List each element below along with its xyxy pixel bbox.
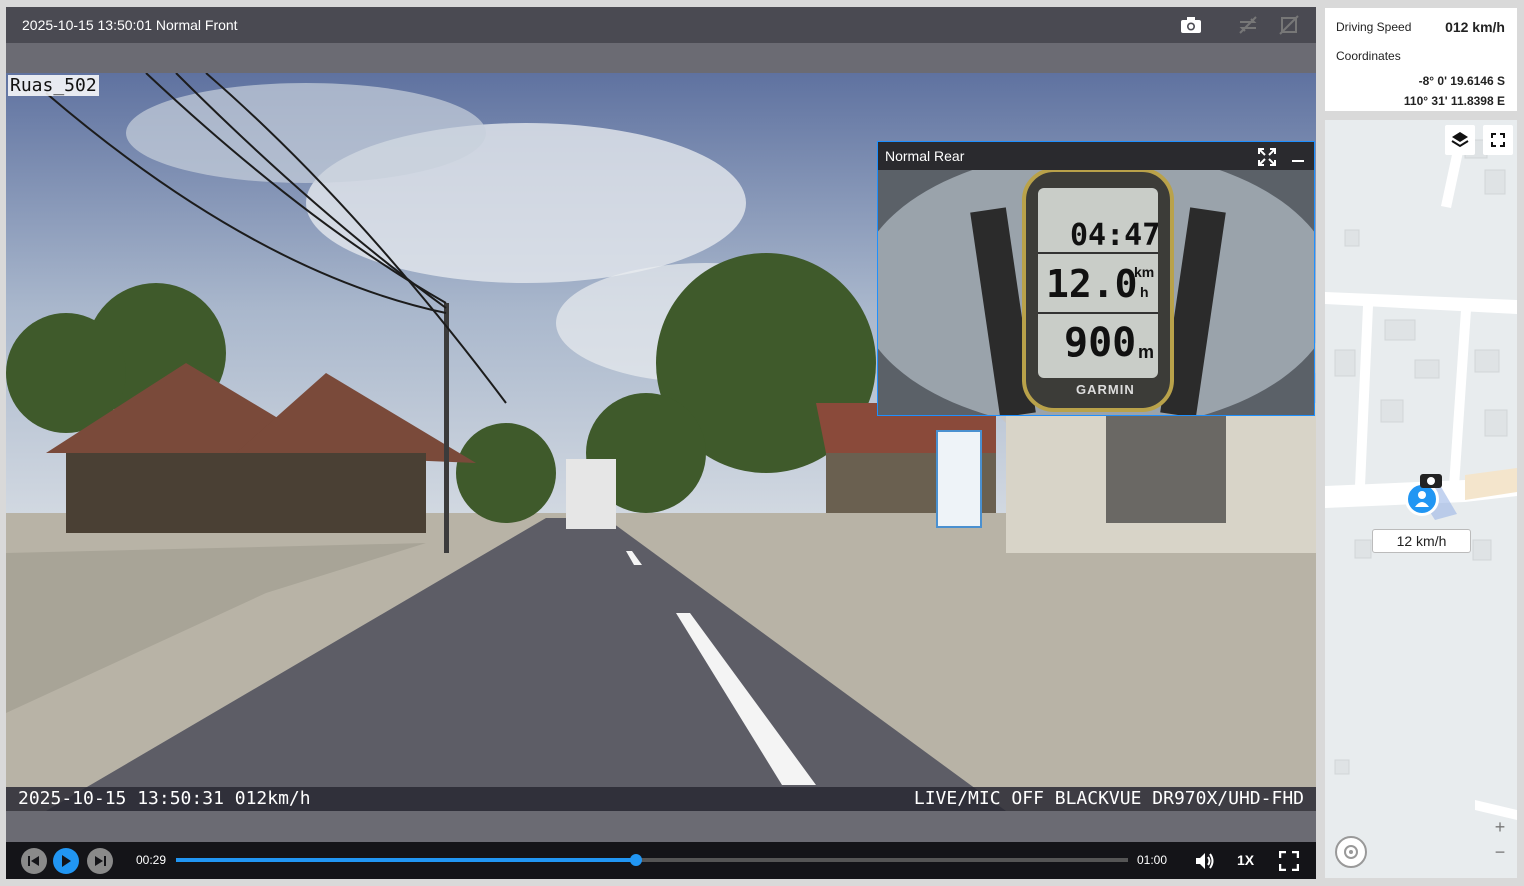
camera-icon[interactable]: [1179, 13, 1203, 37]
layers-icon[interactable]: [1445, 125, 1475, 155]
player-titlebar: 2025-10-15 13:50:01 Normal Front: [6, 7, 1316, 43]
total-time: 01:00: [1137, 853, 1168, 867]
zoom-control: + −: [1488, 817, 1512, 869]
latitude-value: -8° 0' 19.6146 S: [1418, 74, 1505, 88]
prev-icon[interactable]: [21, 848, 47, 874]
front-camera-video[interactable]: Ruas_502 Normal Rear 04:47 12.0 km h 900…: [6, 73, 1316, 811]
gps-distance-unit: m: [1138, 342, 1155, 362]
pip-title: Normal Rear: [885, 148, 965, 164]
rear-camera-pip[interactable]: Normal Rear 04:47 12.0 km h 900 m GARMIN: [877, 141, 1315, 416]
player-fullscreen-icon[interactable]: [1276, 848, 1302, 874]
swap-disabled-icon: [1236, 13, 1260, 37]
map-panel[interactable]: 12 km/h + −: [1325, 120, 1517, 878]
rear-camera-image: 04:47 12.0 km h 900 m GARMIN: [878, 170, 1314, 415]
current-time: 00:29: [136, 853, 167, 867]
playback-rate-button[interactable]: 1X: [1237, 852, 1254, 868]
seek-bar[interactable]: [176, 854, 1128, 866]
coordinates-label: Coordinates: [1336, 49, 1401, 63]
gps-brand: GARMIN: [1076, 382, 1135, 397]
seek-progress: [176, 858, 636, 862]
driving-speed-label: Driving Speed: [1336, 20, 1412, 34]
gps-distance: 900: [1064, 320, 1137, 366]
playback-controls: 00:29 01:00 1X: [6, 842, 1316, 879]
gps-speed-unit-top: km: [1134, 264, 1155, 280]
video-title: 2025-10-15 13:50:01 Normal Front: [22, 17, 238, 33]
minimize-icon[interactable]: [1292, 160, 1304, 162]
driving-speed-value: 012 km/h: [1445, 19, 1505, 35]
sync-off-icon: [1277, 13, 1301, 37]
fullscreen-icon[interactable]: [1258, 148, 1276, 171]
longitude-value: 110° 31' 11.8398 E: [1403, 94, 1505, 108]
map-fullscreen-icon[interactable]: [1483, 125, 1513, 155]
gps-speed: 12.0: [1046, 262, 1138, 306]
gps-speed-unit-bottom: h: [1140, 284, 1149, 300]
dashcam-marker-icon: [1420, 474, 1442, 488]
video-player: 2025-10-15 13:50:01 Normal Front Ruas_50…: [6, 7, 1316, 879]
osd-timestamp-speed: 2025-10-15 13:50:31 012km/h: [18, 788, 311, 809]
osd-overlay-bar: 2025-10-15 13:50:31 012km/h LIVE/MIC OFF…: [6, 787, 1316, 811]
osd-channel-label: Ruas_502: [8, 75, 99, 96]
next-icon[interactable]: [87, 848, 113, 874]
gps-time: 04:47: [1070, 218, 1161, 253]
zoom-out-button[interactable]: −: [1488, 842, 1512, 863]
driving-info-panel: Driving Speed 012 km/h Coordinates -8° 0…: [1325, 8, 1517, 111]
zoom-in-button[interactable]: +: [1488, 817, 1512, 838]
seek-handle[interactable]: [629, 854, 642, 866]
map-speed-badge: 12 km/h: [1372, 529, 1471, 553]
pip-header: Normal Rear: [878, 142, 1314, 170]
osd-device-info: LIVE/MIC OFF BLACKVUE DR970X/UHD-FHD: [913, 788, 1304, 809]
compass-icon[interactable]: [1335, 836, 1367, 868]
play-icon[interactable]: [53, 848, 79, 874]
volume-icon[interactable]: [1192, 848, 1218, 874]
